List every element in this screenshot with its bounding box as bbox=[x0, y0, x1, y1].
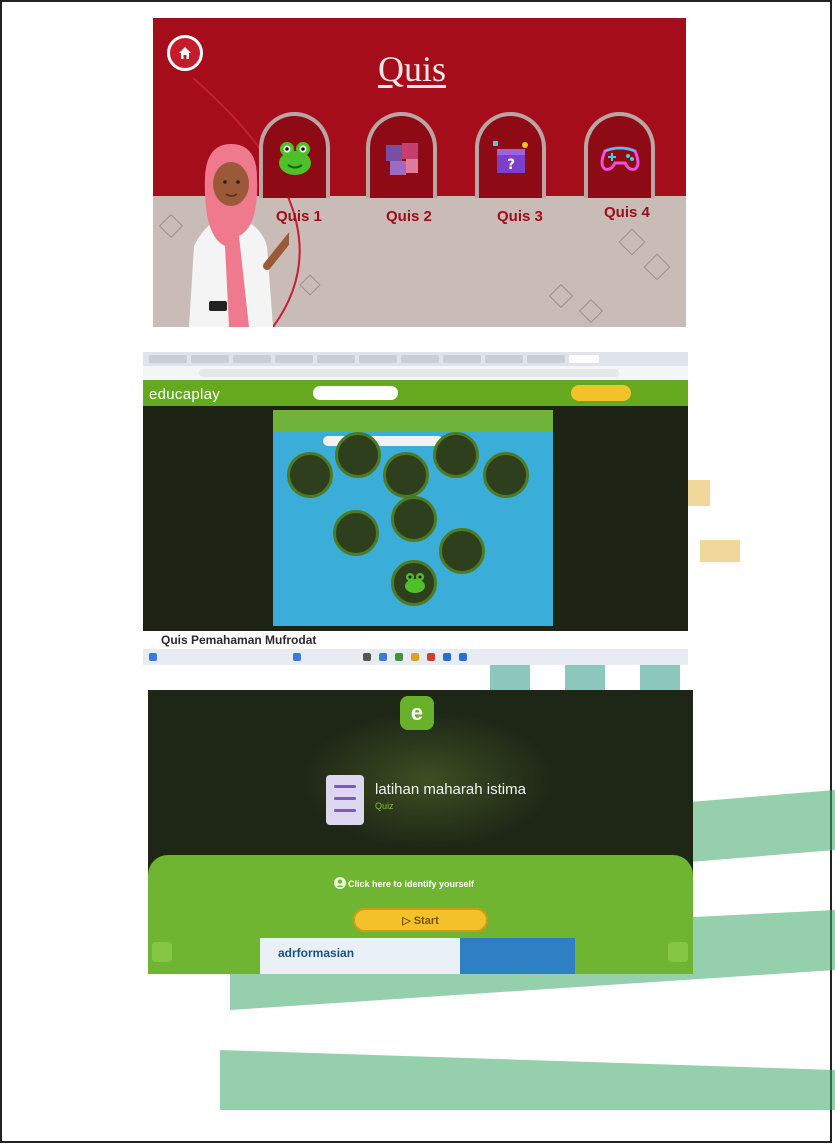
app-icon[interactable] bbox=[363, 653, 371, 661]
folder-icon[interactable] bbox=[411, 653, 419, 661]
browser-tab[interactable] bbox=[149, 355, 187, 363]
quiz-line bbox=[334, 809, 356, 812]
educaplay-browser-screenshot: educaplay Quis Pemahaman Mufrodat bbox=[143, 352, 688, 665]
browser-tab[interactable] bbox=[233, 355, 271, 363]
browser-tab[interactable] bbox=[443, 355, 481, 363]
browser-tab[interactable] bbox=[317, 355, 355, 363]
educaplay-header: educaplay bbox=[143, 380, 688, 406]
lily-pad[interactable] bbox=[483, 452, 529, 498]
app-icon[interactable] bbox=[459, 653, 467, 661]
educaplay-e-logo: e bbox=[400, 696, 434, 730]
fullscreen-button[interactable] bbox=[668, 942, 688, 962]
advertisement-banner[interactable]: adrformasian bbox=[260, 938, 575, 974]
browser-tab[interactable] bbox=[485, 355, 523, 363]
quis-4-label[interactable]: Quis 4 bbox=[604, 204, 650, 221]
quis-3-card[interactable]: ? bbox=[475, 112, 546, 198]
svg-text:?: ? bbox=[506, 157, 514, 173]
lily-pad[interactable] bbox=[383, 452, 429, 498]
quis-2-card[interactable] bbox=[366, 112, 437, 198]
user-icon bbox=[334, 877, 346, 889]
app-icon[interactable] bbox=[443, 653, 451, 661]
game-top-bar bbox=[273, 410, 553, 432]
quiz-line bbox=[334, 785, 356, 788]
presenter-illustration bbox=[189, 144, 289, 327]
browser-tab[interactable] bbox=[275, 355, 313, 363]
lily-pad[interactable] bbox=[335, 432, 381, 478]
quis-2-label[interactable]: Quis 2 bbox=[386, 208, 432, 225]
question-box-icon: ? bbox=[492, 141, 528, 173]
quis-4-card[interactable] bbox=[584, 112, 655, 198]
ad-brand: adrformasian bbox=[278, 946, 355, 960]
ad-left-panel: adrformasian bbox=[260, 938, 460, 974]
educaplay-content bbox=[143, 406, 688, 631]
start-icon[interactable] bbox=[149, 653, 157, 661]
settings-button[interactable] bbox=[152, 942, 172, 962]
lily-pad[interactable] bbox=[439, 528, 485, 574]
chrome-icon[interactable] bbox=[427, 653, 435, 661]
search-input[interactable] bbox=[313, 386, 398, 400]
game-frame[interactable] bbox=[273, 410, 553, 626]
windows-icon[interactable] bbox=[293, 653, 301, 661]
puzzle-icon bbox=[385, 143, 418, 175]
browser-tab[interactable] bbox=[527, 355, 565, 363]
activity-start-screenshot: e latihan maharah istima Quiz Click here… bbox=[148, 690, 693, 974]
browser-tab[interactable] bbox=[401, 355, 439, 363]
lily-pad[interactable] bbox=[287, 452, 333, 498]
gamepad-icon bbox=[600, 146, 639, 171]
activity-caption: Quis Pemahaman Mufrodat bbox=[161, 633, 317, 647]
quis-3-label[interactable]: Quis 3 bbox=[497, 208, 543, 225]
home-icon bbox=[179, 47, 191, 59]
app-icon[interactable] bbox=[379, 653, 387, 661]
new-activity-button[interactable] bbox=[571, 385, 631, 401]
activity-title: latihan maharah istima bbox=[375, 781, 526, 798]
browser-tab-bar bbox=[143, 352, 688, 366]
quis-menu-screenshot: Quis ? Quis 1 Quis 2 Quis 3 Quis 4 bbox=[153, 18, 686, 327]
home-button[interactable] bbox=[167, 35, 203, 71]
lily-pad[interactable] bbox=[333, 510, 379, 556]
browser-tab[interactable] bbox=[359, 355, 397, 363]
lily-pad[interactable] bbox=[391, 496, 437, 542]
quiz-card-icon bbox=[326, 775, 364, 825]
quis-title: Quis bbox=[378, 49, 447, 89]
browser-tab[interactable] bbox=[191, 355, 229, 363]
app-icon[interactable] bbox=[395, 653, 403, 661]
lily-pad[interactable] bbox=[433, 432, 479, 478]
quiz-line bbox=[334, 797, 356, 800]
os-taskbar bbox=[143, 649, 688, 665]
frog-icon bbox=[405, 573, 425, 593]
identify-link[interactable]: Click here to identify yourself bbox=[348, 879, 474, 889]
browser-url-bar[interactable] bbox=[143, 366, 688, 380]
url-field[interactable] bbox=[199, 369, 619, 377]
educaplay-logo[interactable]: educaplay bbox=[149, 386, 220, 403]
browser-tab-active[interactable] bbox=[569, 355, 599, 363]
start-button[interactable]: ▷ Start bbox=[353, 908, 488, 932]
activity-type: Quiz bbox=[375, 801, 394, 811]
